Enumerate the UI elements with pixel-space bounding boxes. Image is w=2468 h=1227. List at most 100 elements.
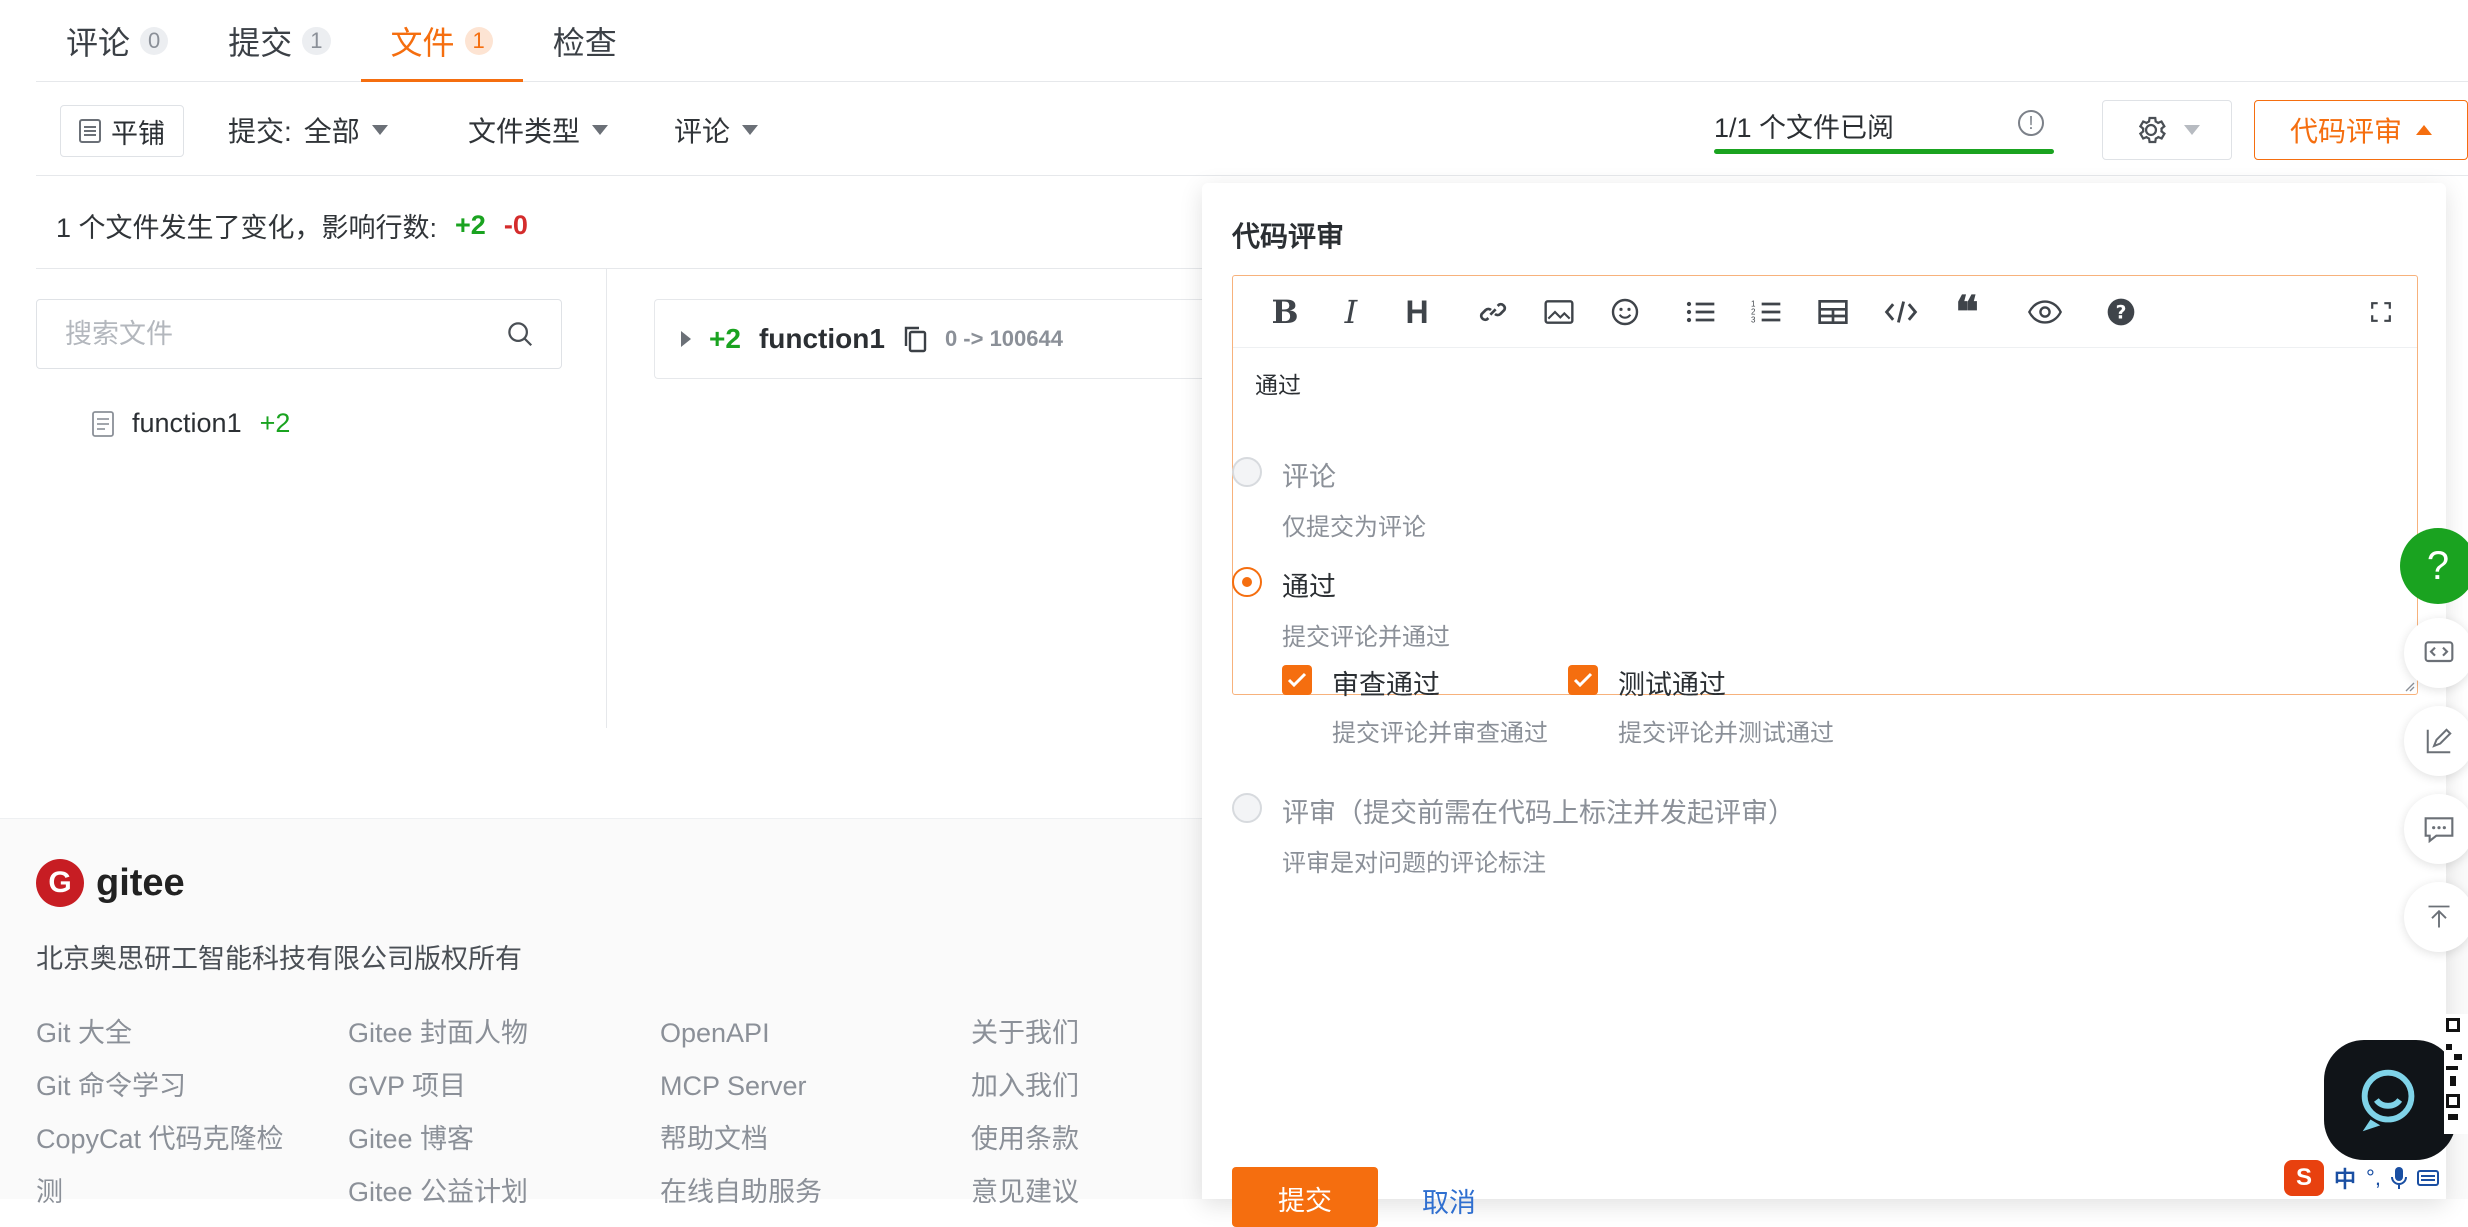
footer-link[interactable]: Gitee 公益计划 (348, 1166, 528, 1219)
gitee-logo[interactable]: G gitee (36, 859, 185, 907)
footer-link[interactable]: 测 (36, 1166, 284, 1219)
microphone-icon[interactable] (2390, 1166, 2407, 1190)
test-passed-desc: 提交评论并测试通过 (1618, 720, 1834, 747)
tab-label: 评论 (66, 24, 131, 61)
footer-link[interactable]: MCP Server (660, 1060, 822, 1113)
file-mode-change: 0 -> 100644 (944, 326, 1063, 351)
arrow-up-icon (2428, 905, 2450, 928)
keyboard-icon[interactable] (2416, 1169, 2439, 1187)
search-icon[interactable] (505, 319, 535, 349)
ime-punctuation-icon[interactable]: °, (2366, 1165, 2381, 1191)
option-review-label: 评审（提交前需在代码上标注并发起评审） (1282, 798, 1795, 828)
file-search-input[interactable] (63, 317, 483, 351)
code-icon[interactable] (1881, 292, 1921, 332)
review-passed-checkbox[interactable] (1282, 665, 1312, 695)
tab-count-badge: 1 (464, 26, 493, 55)
filetype-filter-dropdown[interactable]: 文件类型 (468, 110, 609, 150)
italic-icon[interactable]: I (1331, 292, 1371, 332)
file-diff-header[interactable]: +2 function1 0 -> 100644 (654, 299, 1254, 379)
tab-label: 提交 (228, 24, 293, 61)
message-icon (2424, 817, 2454, 843)
ime-language-indicator[interactable]: 中 (2334, 1162, 2356, 1194)
file-search-box (36, 299, 562, 369)
viewed-progress-text: 1/1 个文件已阅 (1714, 113, 1895, 143)
review-passed-desc: 提交评论并审查通过 (1332, 720, 1548, 747)
editor-toolbar: B I H 123 ❝ ? (1233, 276, 2417, 348)
link-icon[interactable] (1473, 292, 1513, 332)
submit-button[interactable]: 提交 (1232, 1167, 1378, 1227)
copy-icon[interactable] (903, 325, 927, 353)
tab-comments[interactable]: 评论 0 (36, 1, 198, 81)
help-icon[interactable]: ? (2101, 292, 2141, 332)
footer-link[interactable]: 帮助文档 (660, 1113, 822, 1166)
footer-link[interactable]: GVP 项目 (348, 1060, 528, 1113)
info-icon[interactable]: ! (2018, 110, 2044, 136)
gitee-logo-icon: G (36, 859, 84, 907)
file-name: function1 (758, 323, 885, 354)
caret-down-icon (2184, 125, 2200, 135)
option-comment-desc: 仅提交为评论 (1282, 514, 1426, 541)
file-lines-added: +2 (709, 323, 741, 354)
tab-checks[interactable]: 检查 (523, 1, 647, 81)
check-icon (1287, 672, 1307, 688)
file-list-item[interactable]: function1 +2 (92, 408, 290, 439)
option-approve-radio[interactable] (1232, 567, 1262, 597)
footer-link[interactable]: 加入我们 (971, 1060, 1079, 1113)
footer-link[interactable]: OpenAPI (660, 1007, 822, 1060)
code-review-label: 代码评审 (2289, 116, 2402, 147)
copyright-text: 北京奥思研工智能科技有限公司版权所有 (36, 944, 522, 974)
footer-link[interactable]: Gitee 封面人物 (348, 1007, 528, 1060)
bullet-list-icon[interactable] (1681, 292, 1721, 332)
footer-link[interactable]: Gitee 博客 (348, 1113, 528, 1166)
edit-float-button[interactable] (2404, 706, 2468, 776)
code-feedback-button[interactable] (2404, 618, 2468, 688)
gear-icon (2138, 116, 2166, 144)
settings-dropdown[interactable] (2102, 100, 2232, 160)
footer-column: 关于我们 加入我们 使用条款 意见建议 (971, 1007, 1079, 1219)
emoji-icon[interactable] (1605, 292, 1645, 332)
footer-link[interactable]: CopyCat 代码克隆检 (36, 1113, 284, 1166)
bold-icon[interactable]: B (1265, 292, 1305, 332)
heading-icon[interactable]: H (1397, 292, 1437, 332)
resize-handle-icon[interactable] (2401, 678, 2415, 692)
option-comment-radio[interactable] (1232, 457, 1262, 487)
quote-icon[interactable]: ❝ (1947, 287, 1987, 338)
chat-assistant-button[interactable] (2324, 1040, 2456, 1160)
review-comment-textarea[interactable]: 通过 (1255, 366, 1301, 400)
viewed-progress: 1/1 个文件已阅 ! (1714, 106, 2054, 154)
message-float-button[interactable] (2404, 794, 2468, 864)
caret-right-icon[interactable] (681, 331, 691, 347)
option-review-desc: 评审是对问题的评论标注 (1282, 850, 1546, 877)
commit-filter-dropdown[interactable]: 提交: 全部 (228, 110, 388, 150)
tab-commits[interactable]: 提交 1 (198, 1, 360, 81)
footer-link[interactable]: Git 大全 (36, 1007, 284, 1060)
preview-eye-icon[interactable] (2025, 292, 2065, 332)
test-passed-checkbox[interactable] (1568, 665, 1598, 695)
cancel-button[interactable]: 取消 (1422, 1181, 1476, 1220)
fullscreen-icon[interactable] (2361, 292, 2401, 332)
commit-filter-label: 提交: (228, 116, 292, 147)
qr-code-icon[interactable] (2444, 1014, 2468, 1134)
comment-filter-label: 评论 (674, 116, 731, 147)
chat-assistant-icon (2361, 1069, 2415, 1132)
review-passed-label: 审查通过 (1332, 670, 1440, 700)
file-icon (92, 410, 114, 437)
back-to-top-button[interactable] (2404, 882, 2468, 952)
footer-link[interactable]: Git 命令学习 (36, 1060, 284, 1113)
footer-link[interactable]: 使用条款 (971, 1113, 1079, 1166)
footer-column: Gitee 封面人物 GVP 项目 Gitee 博客 Gitee 公益计划 (348, 1007, 528, 1219)
footer-link[interactable]: 意见建议 (971, 1166, 1079, 1219)
option-review-radio[interactable] (1232, 793, 1262, 823)
change-summary: 1 个文件发生了变化，影响行数: +2 -0 (56, 206, 528, 245)
footer-link[interactable]: 关于我们 (971, 1007, 1079, 1060)
image-icon[interactable] (1539, 292, 1579, 332)
help-float-button[interactable]: ? (2400, 528, 2468, 604)
table-icon[interactable] (1813, 292, 1853, 332)
comment-filter-dropdown[interactable]: 评论 (674, 110, 759, 150)
tile-view-button[interactable]: 平铺 (60, 105, 184, 157)
sogou-ime-icon[interactable]: S (2284, 1160, 2324, 1196)
code-review-button[interactable]: 代码评审 (2254, 100, 2468, 160)
tab-files[interactable]: 文件 1 (360, 1, 524, 82)
numbered-list-icon[interactable]: 123 (1747, 292, 1787, 332)
footer-link[interactable]: 在线自助服务 (660, 1166, 822, 1219)
